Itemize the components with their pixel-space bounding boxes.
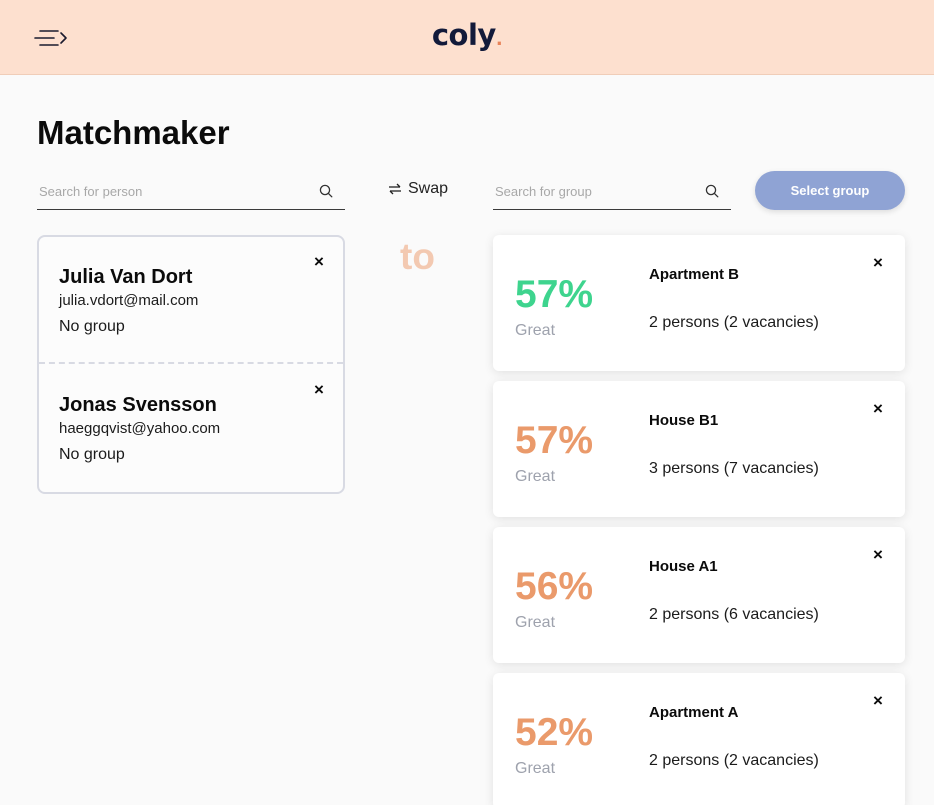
page-title: Matchmaker: [37, 114, 230, 151]
group-match-card[interactable]: 56% Great House A1 2 persons (6 vacancie…: [493, 527, 905, 663]
logo-text: coly: [431, 18, 496, 52]
selected-persons-panel: Julia Van Dort julia.vdort@mail.com No g…: [37, 235, 345, 494]
group-search: [493, 174, 731, 210]
group-occupancy: 2 persons (2 vacancies): [649, 752, 819, 769]
group-search-input[interactable]: [493, 174, 731, 208]
group-match-card[interactable]: 57% Great House B1 3 persons (7 vacancie…: [493, 381, 905, 517]
swap-label: Swap: [408, 180, 449, 197]
search-icon[interactable]: [705, 184, 719, 198]
close-icon[interactable]: ×: [873, 546, 883, 563]
person-group: No group: [59, 318, 125, 335]
select-group-button[interactable]: Select group: [755, 171, 905, 210]
swap-icon: [389, 183, 401, 195]
to-label: to: [400, 236, 435, 277]
top-bar: coly.: [0, 0, 934, 75]
person-name: Julia Van Dort: [59, 266, 193, 288]
match-rating: Great: [515, 614, 556, 631]
close-icon[interactable]: ×: [314, 381, 324, 398]
person-name: Jonas Svensson: [59, 394, 217, 416]
swap-button[interactable]: Swap: [388, 180, 448, 198]
close-icon[interactable]: ×: [873, 254, 883, 271]
match-percent: 56%: [515, 565, 594, 608]
match-percent: 52%: [515, 711, 594, 754]
group-occupancy: 2 persons (2 vacancies): [649, 314, 819, 331]
search-icon[interactable]: [319, 184, 333, 198]
close-icon[interactable]: ×: [314, 253, 324, 270]
group-name: House B1: [649, 412, 719, 429]
person-card: Julia Van Dort julia.vdort@mail.com No g…: [39, 237, 343, 364]
group-occupancy: 2 persons (6 vacancies): [649, 606, 819, 623]
logo[interactable]: coly.: [0, 18, 934, 52]
person-search-input[interactable]: [37, 174, 345, 208]
person-email: haeggqvist@yahoo.com: [59, 420, 221, 437]
match-percent: 57%: [515, 273, 594, 316]
person-email: julia.vdort@mail.com: [59, 292, 199, 309]
match-percent: 57%: [515, 419, 594, 462]
match-rating: Great: [515, 322, 556, 339]
group-match-card[interactable]: 52% Great Apartment A 2 persons (2 vacan…: [493, 673, 905, 805]
person-card: Jonas Svensson haeggqvist@yahoo.com No g…: [39, 365, 343, 492]
close-icon[interactable]: ×: [873, 692, 883, 709]
group-name: Apartment A: [649, 704, 739, 721]
group-occupancy: 3 persons (7 vacancies): [649, 460, 819, 477]
person-search: [37, 174, 345, 210]
close-icon[interactable]: ×: [873, 400, 883, 417]
match-rating: Great: [515, 760, 556, 777]
group-match-card[interactable]: 57% Great Apartment B 2 persons (2 vacan…: [493, 235, 905, 371]
person-group: No group: [59, 446, 125, 463]
group-name: House A1: [649, 558, 718, 575]
logo-dot: .: [495, 29, 503, 50]
match-rating: Great: [515, 468, 556, 485]
group-name: Apartment B: [649, 266, 740, 283]
